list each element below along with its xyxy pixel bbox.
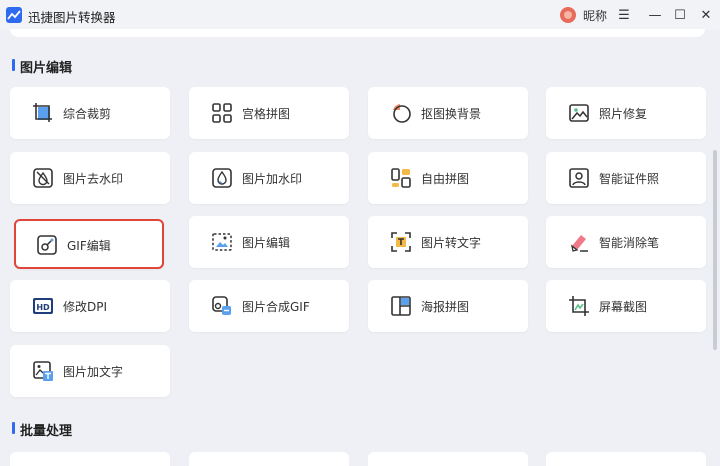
photo-repair-icon	[569, 104, 589, 122]
tool-ocr[interactable]: 图片转文字	[368, 216, 528, 268]
tool-free-collage[interactable]: 自由拼图	[368, 152, 528, 204]
tool-image-edit[interactable]: 图片编辑	[189, 216, 349, 268]
top-card	[10, 29, 705, 37]
batch-tile[interactable]	[368, 452, 528, 466]
batch-tile[interactable]	[10, 452, 170, 466]
add-watermark-icon	[212, 168, 232, 188]
ocr-icon	[391, 232, 411, 252]
cutout-icon	[393, 104, 411, 123]
tool-label: 综合裁剪	[63, 107, 112, 121]
add-text-icon	[33, 361, 53, 381]
gif-edit-icon	[37, 235, 57, 255]
crop-icon	[33, 103, 52, 122]
tool-grid-collage[interactable]: 宫格拼图	[189, 87, 349, 139]
make-gif-icon	[212, 296, 231, 315]
svg-text:HD: HD	[36, 303, 50, 312]
user-name[interactable]: 昵称	[583, 7, 607, 24]
tool-make-gif[interactable]: 图片合成GIF	[189, 280, 349, 332]
id-photo-icon	[569, 168, 589, 188]
tool-label: 图片转文字	[421, 236, 482, 250]
title-bar: 迅捷图片转换器 昵称 ☰ — ☐ ✕	[0, 0, 720, 30]
tool-label: 智能消除笔	[599, 236, 660, 250]
eraser-pen-icon	[571, 235, 588, 252]
batch-tile[interactable]	[546, 452, 706, 466]
section-title-batch: 批量处理	[12, 420, 72, 439]
tool-label: 照片修复	[599, 107, 648, 121]
tool-screenshot[interactable]: 屏幕截图	[546, 280, 706, 332]
batch-tile[interactable]	[189, 452, 349, 466]
tool-remove-watermark[interactable]: 图片去水印	[10, 152, 170, 204]
menu-icon[interactable]: ☰	[614, 5, 634, 25]
maximize-icon[interactable]: ☐	[670, 5, 690, 25]
image-edit-icon	[212, 233, 232, 251]
free-collage-icon	[391, 168, 411, 188]
user-avatar-icon[interactable]	[560, 7, 576, 23]
screenshot-icon	[569, 296, 589, 316]
close-icon[interactable]: ✕	[696, 5, 716, 25]
tool-poster-collage[interactable]: 海报拼图	[368, 280, 528, 332]
tool-label: 图片加水印	[242, 172, 303, 186]
poster-collage-icon	[391, 296, 411, 316]
app-logo-icon	[6, 7, 22, 23]
tool-cutout[interactable]: 抠图换背景	[368, 87, 528, 139]
tool-label: 图片加文字	[63, 365, 124, 379]
tool-label: 屏幕截图	[599, 300, 648, 314]
tool-label: 宫格拼图	[242, 107, 291, 121]
tool-id-photo[interactable]: 智能证件照	[546, 152, 706, 204]
tool-label: 修改DPI	[63, 300, 108, 314]
tool-label: 图片编辑	[242, 236, 291, 250]
tool-label: 图片合成GIF	[242, 300, 310, 314]
tool-dpi[interactable]: HD 修改DPI	[10, 280, 170, 332]
tool-label: GIF编辑	[67, 239, 111, 253]
tool-label: 自由拼图	[421, 172, 470, 186]
tool-gif-edit[interactable]: GIF编辑	[14, 219, 164, 269]
grid-icon	[212, 103, 232, 123]
tool-label: 抠图换背景	[421, 107, 482, 121]
app-title: 迅捷图片转换器	[28, 10, 116, 25]
remove-watermark-icon	[33, 168, 53, 188]
dpi-icon: HD	[33, 298, 53, 314]
tool-label: 智能证件照	[599, 172, 660, 186]
tool-label: 海报拼图	[421, 300, 470, 314]
tool-eraser-pen[interactable]: 智能消除笔	[546, 216, 706, 268]
tool-photo-repair[interactable]: 照片修复	[546, 87, 706, 139]
minimize-icon[interactable]: —	[645, 5, 665, 25]
tool-crop[interactable]: 综合裁剪	[10, 87, 170, 139]
scrollbar[interactable]	[713, 150, 717, 350]
tool-add-watermark[interactable]: 图片加水印	[189, 152, 349, 204]
tool-add-text[interactable]: 图片加文字	[10, 345, 170, 397]
section-title-image-edit: 图片编辑	[12, 57, 72, 76]
tool-label: 图片去水印	[63, 172, 124, 186]
